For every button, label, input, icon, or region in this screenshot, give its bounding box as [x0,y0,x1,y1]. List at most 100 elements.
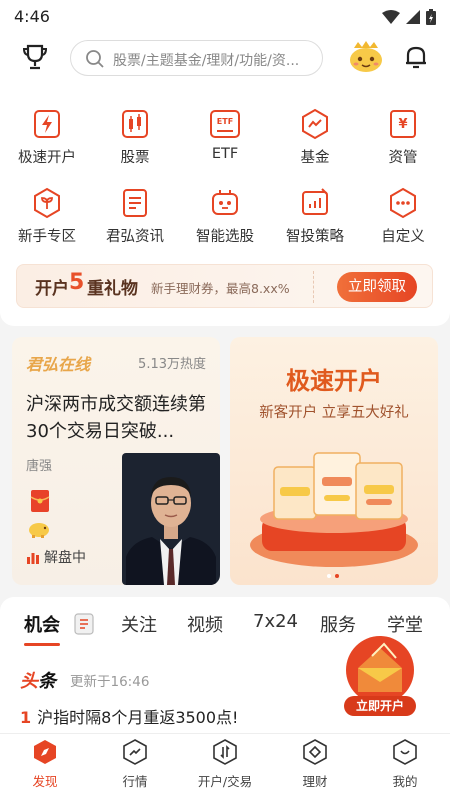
card-headline: 沪深两市成交额连续第30个交易日突破... [26,394,206,442]
nav-trade[interactable]: 开户/交易 [180,734,270,797]
grid-item-etf[interactable]: ETF ETF [184,108,264,178]
svg-text:¥: ¥ [398,117,407,132]
card-subtitle: 新客开户 立享五大好礼 [259,405,409,421]
claim-button[interactable]: 立即领取 [337,272,417,302]
grid-label: 智投策略 [286,229,344,245]
grid-label: 基金 [300,150,330,166]
grid-item-custom[interactable]: 自定义 [362,187,442,257]
signal-icon [406,10,420,24]
grid-item-news[interactable]: 君弘资讯 [94,187,174,257]
red-envelope-icon [30,490,50,512]
robot-icon [212,190,238,215]
nav-label: 开户/交易 [197,774,253,789]
asset-mgmt-icon: ¥ [390,110,416,138]
grid-item-newbie[interactable]: 新手专区 [6,187,86,257]
news-updated-time: 更新于16:46 [70,674,150,690]
news-text: 沪指时隔8个月重返3500点! [37,708,239,727]
newbie-icon [34,187,60,219]
open-account-button[interactable]: 立即开户 [344,696,416,716]
headlines-brand-a: 头 [20,671,38,692]
status-bar: 4:46 [0,0,450,34]
header: 股票/主题基金/理财/功能/资... [0,34,450,86]
status-time: 4:46 [14,7,50,26]
document-icon[interactable] [74,613,94,635]
grid-item-asset-mgmt[interactable]: ¥ 资管 [362,108,442,178]
presenter-photo [122,453,220,585]
promo-desc: 新手理财券，最高8.xx% [151,281,290,296]
live-status-label: 解盘中 [44,550,86,566]
headlines-brand: 头条 [20,667,56,693]
stock-icon [122,110,148,138]
active-tab-indicator [24,643,60,646]
search-placeholder: 股票/主题基金/理财/功能/资... [113,53,300,69]
grid-item-account[interactable]: 极速开户 [6,108,86,178]
search-icon [86,50,104,68]
nav-mine[interactable]: 我的 [360,734,450,797]
nav-market[interactable]: 行情 [90,734,180,797]
news-icon [123,189,147,217]
tab-video[interactable]: 视频 [187,611,223,637]
heat-count: 5.13万热度 [138,357,206,372]
quick-access-card: 极速开户 股票 ETF ETF 基金 ¥ 资管 新手专区 君弘资讯 智能选股 智… [0,86,450,326]
promo-divider [313,271,314,303]
bell-icon[interactable] [402,43,430,71]
battery-icon [426,9,436,25]
more-icon [390,187,416,219]
wifi-icon [382,10,400,24]
nav-label: 发现 [32,774,58,789]
fund-icon [302,108,328,140]
grid-label: 资管 [388,150,418,166]
grid-label: 股票 [120,150,150,166]
nav-label: 我的 [392,774,418,789]
news-rank: 1 [20,708,32,727]
nav-label: 行情 [122,774,148,789]
gift-box-illustration [250,452,418,567]
card-author: 唐强 [26,459,53,474]
status-icons [382,9,436,25]
grid-label: 君弘资讯 [106,229,164,245]
gift-promo-banner[interactable]: 开户 5 重礼物 新手理财券，最高8.xx% 立即领取 [16,264,433,308]
grid-item-stock[interactable]: 股票 [94,108,174,178]
trophy-icon[interactable] [20,42,50,72]
promo-prefix: 开户 [35,279,69,299]
piggy-bank-icon [29,523,49,538]
grid-item-strategy[interactable]: 智投策略 [274,187,354,257]
tab-opportunity[interactable]: 机会 [24,611,60,637]
floating-open-account-ad[interactable]: 立即开户 [338,634,422,720]
mascot-icon[interactable] [348,40,384,74]
grid-label: 智能选股 [196,229,254,245]
tab-7x24[interactable]: 7x24 [253,611,298,632]
card-brand: 君弘在线 [26,355,91,374]
carousel-dots [327,574,339,578]
trade-icon [213,739,237,765]
card-title: 极速开户 [286,367,382,395]
user-icon [393,739,417,765]
nav-wealth[interactable]: 理财 [270,734,360,797]
bar-chart-icon [27,553,39,564]
grid-label: ETF [211,146,239,162]
search-bar[interactable]: 股票/主题基金/理财/功能/资... [70,40,323,76]
envelope-gift-icon [346,636,414,704]
live-status: 解盘中 [26,547,86,567]
wealth-icon [303,739,327,765]
tab-follow[interactable]: 关注 [121,611,157,637]
news-item[interactable]: 1 沪指时隔8个月重返3500点! [20,704,238,728]
headlines-brand-b: 条 [38,671,56,692]
nav-label: 理财 [302,774,328,789]
promo-number: 5 [69,270,85,295]
bottom-nav: 发现 行情 开户/交易 理财 我的 [0,733,450,797]
live-commentary-card[interactable]: 君弘在线 5.13万热度 沪深两市成交额连续第30个交易日突破... 唐强 解盘… [12,337,220,585]
grid-label: 自定义 [381,229,425,245]
grid-item-fund[interactable]: 基金 [274,108,354,178]
lightning-icon [34,110,60,138]
market-icon [123,739,147,765]
nav-discover[interactable]: 发现 [0,734,90,797]
strategy-icon [302,188,328,215]
grid-item-smart-stock[interactable]: 智能选股 [184,187,264,257]
open-account-card[interactable]: 极速开户 新客开户 立享五大好礼 [230,337,438,585]
compass-icon [34,740,56,764]
svg-text:ETF: ETF [217,117,233,126]
promo-suffix: 重礼物 [87,279,138,299]
grid-label: 极速开户 [18,150,76,166]
grid-label: 新手专区 [18,229,76,245]
